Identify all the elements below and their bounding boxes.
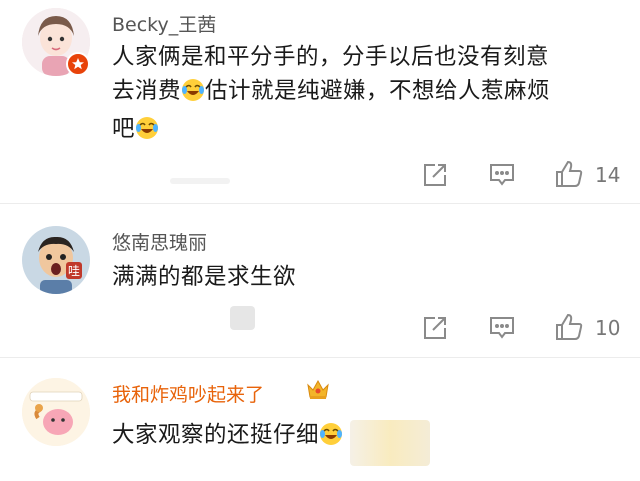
share-icon[interactable]	[421, 314, 449, 346]
comment-text: 满满的都是求生欲	[112, 260, 632, 294]
like-count: 14	[595, 163, 621, 187]
thumbs-up-icon[interactable]	[554, 312, 584, 346]
username[interactable]: 悠南思瑰丽	[112, 228, 207, 255]
comment-text: 人家俩是和平分手的，分手以后也没有刻意 去消费 估计就是纯避嫌，不想给人惹麻烦 吧	[112, 40, 632, 150]
blurred-content	[170, 178, 230, 184]
username[interactable]: 我和炸鸡吵起来了	[112, 380, 264, 407]
comment-line: 满满的都是求生欲	[112, 264, 297, 290]
vip-badge-icon	[66, 52, 90, 76]
comment-icon[interactable]	[488, 314, 516, 346]
comment-item: Becky_王茜 人家俩是和平分手的，分手以后也没有刻意 去消费 估计就是纯避嫌，…	[0, 0, 640, 200]
comment-icon[interactable]	[488, 161, 516, 193]
laugh-cry-emoji	[319, 422, 343, 456]
avatar[interactable]	[22, 226, 90, 294]
share-icon[interactable]	[421, 161, 449, 193]
avatar[interactable]	[22, 378, 90, 446]
comment-item: 我和炸鸡吵起来了 大家观察的还挺仔细	[0, 358, 640, 481]
blurred-content	[350, 420, 430, 466]
comment-item: 哇 悠南思瑰丽 满满的都是求生欲 10	[0, 204, 640, 356]
crown-icon	[305, 376, 331, 406]
username[interactable]: Becky_王茜	[112, 10, 216, 37]
comment-actions: 14	[0, 155, 640, 195]
avatar-label: 哇	[66, 262, 83, 279]
laugh-cry-emoji	[135, 116, 159, 150]
comment-line: 人家俩是和平分手的，分手以后也没有刻意	[112, 44, 550, 70]
thumbs-up-icon[interactable]	[554, 159, 584, 193]
comment-line: 吧	[112, 112, 632, 150]
laugh-cry-emoji	[181, 78, 205, 112]
comment-line: 去消费 估计就是纯避嫌，不想给人惹麻烦	[112, 74, 632, 112]
comment-actions: 10	[0, 308, 640, 348]
like-count: 10	[595, 316, 621, 340]
